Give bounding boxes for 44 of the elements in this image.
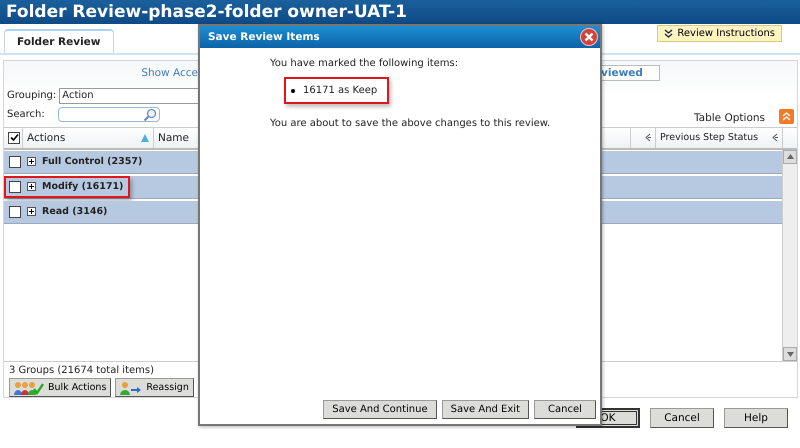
column-header[interactable]: Previous Step Status — [656, 128, 783, 148]
select-all-checkbox[interactable] — [8, 132, 20, 144]
people-check-icon — [14, 380, 44, 394]
table-options-link[interactable]: Table Options — [694, 112, 765, 124]
group-label: Modify (16171) — [42, 181, 124, 192]
row-checkbox[interactable] — [9, 156, 21, 168]
expand-icon[interactable] — [27, 182, 36, 192]
window-title: Folder Review-phase2-folder owner-UAT-1 — [6, 2, 407, 22]
bullet-icon — [291, 88, 295, 92]
dialog-title: Save Review Items — [208, 31, 320, 43]
dialog-message: You are about to save the above changes to this review. — [270, 118, 552, 129]
collapse-icon[interactable] — [779, 109, 794, 124]
column-menu-icon[interactable] — [645, 133, 651, 142]
search-label: Search: — [7, 109, 45, 120]
close-icon[interactable] — [580, 28, 598, 46]
row-checkbox[interactable] — [9, 206, 21, 218]
search-field[interactable] — [58, 107, 160, 122]
dialog-button[interactable]: Save And Continue — [323, 400, 437, 419]
search-icon — [142, 108, 157, 122]
tab[interactable]: Folder Review — [4, 29, 114, 53]
double-chevron-icon — [664, 29, 674, 38]
show-access-link[interactable]: Show Acce — [141, 66, 198, 79]
column-menu-icon[interactable] — [772, 133, 778, 142]
group-label: Read (3146) — [42, 206, 108, 218]
dialog-button[interactable]: Cancel — [534, 400, 596, 419]
person-arrow-icon — [120, 380, 142, 394]
dialog-button[interactable]: Save And Exit — [442, 400, 529, 419]
group-label: Full Control (2357) — [42, 156, 142, 168]
dialog-message: You have marked the following items: — [270, 58, 460, 69]
row-checkbox[interactable] — [9, 180, 21, 193]
review-instructions-button[interactable]: Review Instructions — [657, 25, 782, 42]
column-header[interactable]: Actions — [23, 128, 154, 148]
scrollbar[interactable] — [782, 150, 797, 361]
dialog-button[interactable]: Help — [724, 408, 788, 428]
expand-icon[interactable] — [27, 207, 36, 216]
scroll-down-icon[interactable] — [786, 352, 794, 356]
dialog-button[interactable]: Cancel — [650, 408, 714, 428]
scroll-up-icon[interactable] — [786, 154, 794, 160]
filter-button[interactable]: viewed — [600, 64, 660, 81]
action-button[interactable]: Bulk Actions — [9, 378, 112, 397]
action-button[interactable]: Reassign — [115, 378, 194, 397]
marked-item: 16171 as Keep — [303, 85, 378, 96]
grouping-label: Grouping: — [7, 90, 56, 102]
expand-icon[interactable] — [27, 157, 36, 166]
